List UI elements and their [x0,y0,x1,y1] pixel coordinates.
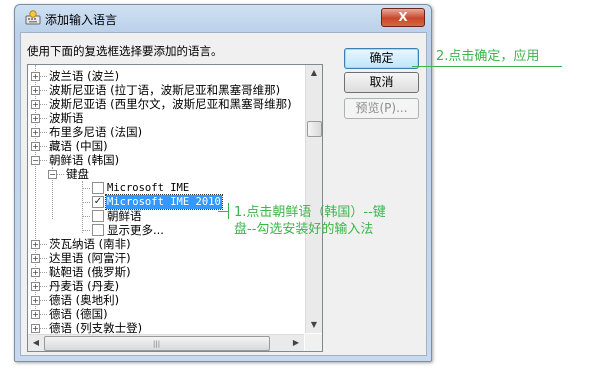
expand-toggle-icon[interactable]: + [31,100,40,109]
option-label: 朝鲜语 [107,209,142,223]
checkbox-icon[interactable] [92,182,104,194]
instruction-text: 使用下面的复选框选择要添加的语言。 [27,44,223,58]
keyboard-callout-text-1: 1.点击朝鲜语（韩国）--键 [234,205,386,220]
horizontal-scroll-thumb[interactable]: ||| [44,336,270,351]
checkbox-icon[interactable] [92,210,104,222]
expand-toggle-icon[interactable]: + [31,254,40,263]
expand-toggle-icon[interactable]: + [31,142,40,151]
tree-item-label: 布里多尼语 (法国) [49,125,143,139]
keyboard-callout-line [218,211,228,212]
tree-item-label: 德语 (列支敦士登) [49,321,143,335]
tree-item-label: 朝鲜语 (韩国) [49,153,120,167]
expand-toggle-icon[interactable]: + [31,114,40,123]
tree-item-label: 达里语 (阿富汗) [49,251,131,265]
option-label: Microsoft IME [107,182,190,194]
tree-item-label: 鞑靼语 (俄罗斯) [49,265,131,279]
expand-toggle-icon[interactable]: + [31,268,40,277]
keyboard-app-icon [25,10,41,25]
vertical-scroll-thumb[interactable] [307,121,322,137]
tree-item-label: 波斯语 [49,111,84,125]
expand-toggle-icon[interactable]: + [31,86,40,95]
expand-toggle-icon[interactable]: + [31,324,40,333]
tree-item-label: 茨瓦纳语 (南非) [49,237,131,251]
add-input-language-dialog: 添加输入语言 X 使用下面的复选框选择要添加的语言。 + 波兰语 (波兰) + 波斯尼… [14,4,432,362]
tree-item-label: 波兰语 (波兰) [49,69,120,83]
tree-item-label: 藏语 (中国) [49,139,108,153]
tree-item-label: 德语 (奥地利) [49,293,120,307]
scroll-down-icon[interactable]: ▼ [306,317,322,333]
expand-toggle-icon[interactable]: + [31,240,40,249]
preview-button[interactable]: 预览(P)... [344,98,419,119]
tree-item-label: 波斯尼亚语 (西里尔文，波斯尼亚和黑塞哥维那) [49,97,292,111]
dialog-body: 使用下面的复选框选择要添加的语言。 + 波兰语 (波兰) + 波斯尼亚语 (拉丁语，波… [20,32,427,356]
option-label: Microsoft IME 2010 [105,194,223,210]
ok-callout-text: 2.点击确定，应用 [436,49,540,64]
checked-checkbox-icon[interactable]: ✓ [92,196,104,208]
scroll-corner [305,334,322,351]
checkbox-icon[interactable] [92,224,104,236]
scroll-right-icon[interactable]: ▶ [288,335,304,351]
expand-toggle-icon[interactable]: + [31,128,40,137]
horizontal-scrollbar[interactable]: ◀ ||| ▶ [28,334,304,351]
collapse-toggle-icon[interactable]: − [48,170,57,179]
ok-callout-line [412,66,562,67]
expand-toggle-icon[interactable]: + [31,310,40,319]
tree-item-label: 键盘 [66,167,89,181]
scroll-up-icon[interactable]: ▲ [306,65,322,81]
collapse-toggle-icon[interactable]: − [31,156,40,165]
keyboard-callout-bracket [228,203,229,219]
tree-item-label: 丹麦语 (丹麦) [49,279,120,293]
close-button[interactable]: X [381,8,425,27]
expand-toggle-icon[interactable]: + [31,282,40,291]
tree-item-label: 波斯尼亚语 (拉丁语，波斯尼亚和黑塞哥维那) [49,83,281,97]
expand-toggle-icon[interactable]: + [31,72,40,81]
dialog-title: 添加输入语言 [45,13,118,27]
ok-button[interactable]: 确定 [344,48,419,69]
title-bar[interactable]: 添加输入语言 X [15,5,431,31]
vertical-scrollbar[interactable]: ▲ ▼ [305,65,322,333]
expand-toggle-icon[interactable]: + [31,296,40,305]
tree-item-label: 德语 (德国) [49,307,108,321]
keyboard-callout-text-2: 盘--勾选安装好的输入法 [234,222,374,237]
cancel-button[interactable]: 取消 [344,72,419,93]
show-more-label: 显示更多... [107,223,164,237]
scroll-left-icon[interactable]: ◀ [28,335,44,351]
